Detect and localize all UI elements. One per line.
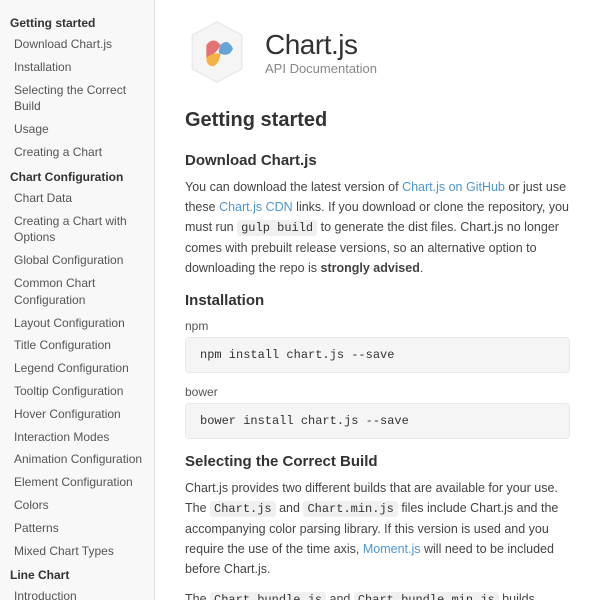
npm-code-block: npm install chart.js --save	[185, 337, 570, 373]
selecting-body-2: The Chart.bundle.js and Chart.bundle.min…	[185, 589, 570, 600]
sidebar-item-hover-config[interactable]: Hover Configuration	[0, 403, 154, 426]
sidebar-item-patterns[interactable]: Patterns	[0, 517, 154, 540]
sidebar-item-mixed-chart-types[interactable]: Mixed Chart Types	[0, 540, 154, 563]
main-content: Chart.js API Documentation Getting start…	[155, 0, 600, 600]
sidebar-section-getting-started: Getting started Download Chart.js Instal…	[0, 10, 154, 164]
doc-subtitle: API Documentation	[265, 61, 377, 76]
sidebar-section-header: Getting started	[0, 10, 154, 33]
chartjs-code: Chart.js	[210, 501, 276, 517]
sidebar-item-global-config[interactable]: Global Configuration	[0, 249, 154, 272]
subsection-installation-title: Installation	[185, 292, 570, 309]
sidebar-item-legend-config[interactable]: Legend Configuration	[0, 357, 154, 380]
download-text-5: .	[420, 261, 423, 275]
sidebar-item-selecting-build[interactable]: Selecting the Correct Build	[0, 79, 154, 119]
bower-label: bower	[185, 385, 570, 399]
sidebar-item-common-chart-config[interactable]: Common Chart Configuration	[0, 272, 154, 312]
sidebar-item-usage[interactable]: Usage	[0, 118, 154, 141]
sidebar-item-chart-data[interactable]: Chart Data	[0, 187, 154, 210]
chartjs-logo	[185, 20, 249, 84]
sidebar-item-chart-with-options[interactable]: Creating a Chart with Options	[0, 210, 154, 250]
gulp-build-code: gulp build	[237, 220, 317, 236]
momentjs-link-1[interactable]: Moment.js	[363, 542, 421, 556]
selecting-text-5: The	[185, 592, 210, 600]
sidebar-item-download-chartjs[interactable]: Download Chart.js	[0, 33, 154, 56]
sidebar-section-header-config: Chart Configuration	[0, 164, 154, 187]
section-getting-started-title: Getting started	[185, 109, 570, 138]
chartbundlejs-code: Chart.bundle.js	[210, 592, 326, 600]
selecting-text-2: and	[276, 501, 304, 515]
sidebar-section-chart-configuration: Chart Configuration Chart Data Creating …	[0, 164, 154, 563]
sidebar-item-tooltip-config[interactable]: Tooltip Configuration	[0, 380, 154, 403]
sidebar: Getting started Download Chart.js Instal…	[0, 0, 155, 600]
sidebar-item-installation[interactable]: Installation	[0, 56, 154, 79]
github-link[interactable]: Chart.js on GitHub	[402, 180, 505, 194]
sidebar-item-title-config[interactable]: Title Configuration	[0, 334, 154, 357]
header-text: Chart.js API Documentation	[265, 29, 377, 76]
sidebar-item-animation-config[interactable]: Animation Configuration	[0, 448, 154, 471]
sidebar-section-header-line: Line Chart	[0, 562, 154, 585]
subsection-selecting-title: Selecting the Correct Build	[185, 453, 570, 470]
bower-code-block: bower install chart.js --save	[185, 403, 570, 439]
sidebar-section-line-chart: Line Chart Introduction Example Usage Da…	[0, 562, 154, 600]
sidebar-item-colors[interactable]: Colors	[0, 494, 154, 517]
sidebar-item-layout-config[interactable]: Layout Configuration	[0, 312, 154, 335]
doc-header: Chart.js API Documentation	[185, 20, 570, 84]
npm-label: npm	[185, 319, 570, 333]
selecting-body-1: Chart.js provides two different builds t…	[185, 478, 570, 579]
subsection-download-title: Download Chart.js	[185, 152, 570, 169]
strongly-advised: strongly advised	[321, 261, 420, 275]
sidebar-item-introduction[interactable]: Introduction	[0, 585, 154, 600]
sidebar-item-interaction-modes[interactable]: Interaction Modes	[0, 426, 154, 449]
chartminjs-code: Chart.min.js	[303, 501, 397, 517]
sidebar-item-element-config[interactable]: Element Configuration	[0, 471, 154, 494]
cdn-link[interactable]: Chart.js CDN	[219, 200, 293, 214]
chartbundleminjs-code: Chart.bundle.min.js	[354, 592, 499, 600]
selecting-text-6: and	[326, 592, 354, 600]
sidebar-item-creating-chart[interactable]: Creating a Chart	[0, 141, 154, 164]
download-text-1: You can download the latest version of	[185, 180, 402, 194]
doc-title: Chart.js	[265, 29, 377, 61]
download-body: You can download the latest version of C…	[185, 177, 570, 278]
